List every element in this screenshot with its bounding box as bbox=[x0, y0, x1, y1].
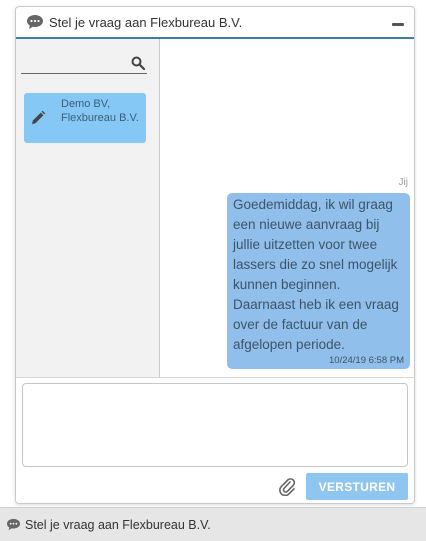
message-timestamp: 10/24/19 6:58 PM bbox=[329, 355, 404, 366]
chat-title: Stel je vraag aan Flexbureau B.V. bbox=[49, 14, 243, 30]
chat-icon bbox=[7, 518, 20, 531]
paperclip-icon[interactable] bbox=[278, 476, 296, 496]
chat-window: Stel je vraag aan Flexbureau B.V. Demo B… bbox=[15, 6, 415, 504]
pencil-icon bbox=[32, 110, 46, 124]
message-bubble: Goedemiddag, ik wil graag een nieuwe aan… bbox=[227, 193, 410, 369]
message-input[interactable] bbox=[22, 383, 408, 467]
chat-header: Stel je vraag aan Flexbureau B.V. bbox=[16, 7, 414, 39]
launcher-label: Stel je vraag aan Flexbureau B.V. bbox=[25, 517, 211, 532]
send-button[interactable]: VERSTUREN bbox=[306, 473, 408, 500]
search-box bbox=[21, 55, 147, 74]
conversation-sidebar: Demo BV, Flexbureau B.V. bbox=[16, 39, 160, 377]
chat-launcher-bar[interactable]: Stel je vraag aan Flexbureau B.V. bbox=[0, 507, 426, 541]
message-text: Goedemiddag, ik wil graag een nieuwe aan… bbox=[233, 197, 399, 352]
chat-icon bbox=[27, 15, 43, 29]
message-area: Jij Goedemiddag, ik wil graag een nieuwe… bbox=[160, 39, 414, 377]
composer: VERSTUREN bbox=[16, 377, 414, 503]
search-icon[interactable] bbox=[131, 56, 145, 70]
conversation-item[interactable]: Demo BV, Flexbureau B.V. bbox=[24, 93, 146, 143]
message-sender: Jij bbox=[398, 177, 408, 188]
minimize-icon[interactable] bbox=[392, 23, 404, 26]
conversation-name: Demo BV, Flexbureau B.V. bbox=[61, 98, 139, 124]
search-input[interactable] bbox=[21, 56, 121, 72]
